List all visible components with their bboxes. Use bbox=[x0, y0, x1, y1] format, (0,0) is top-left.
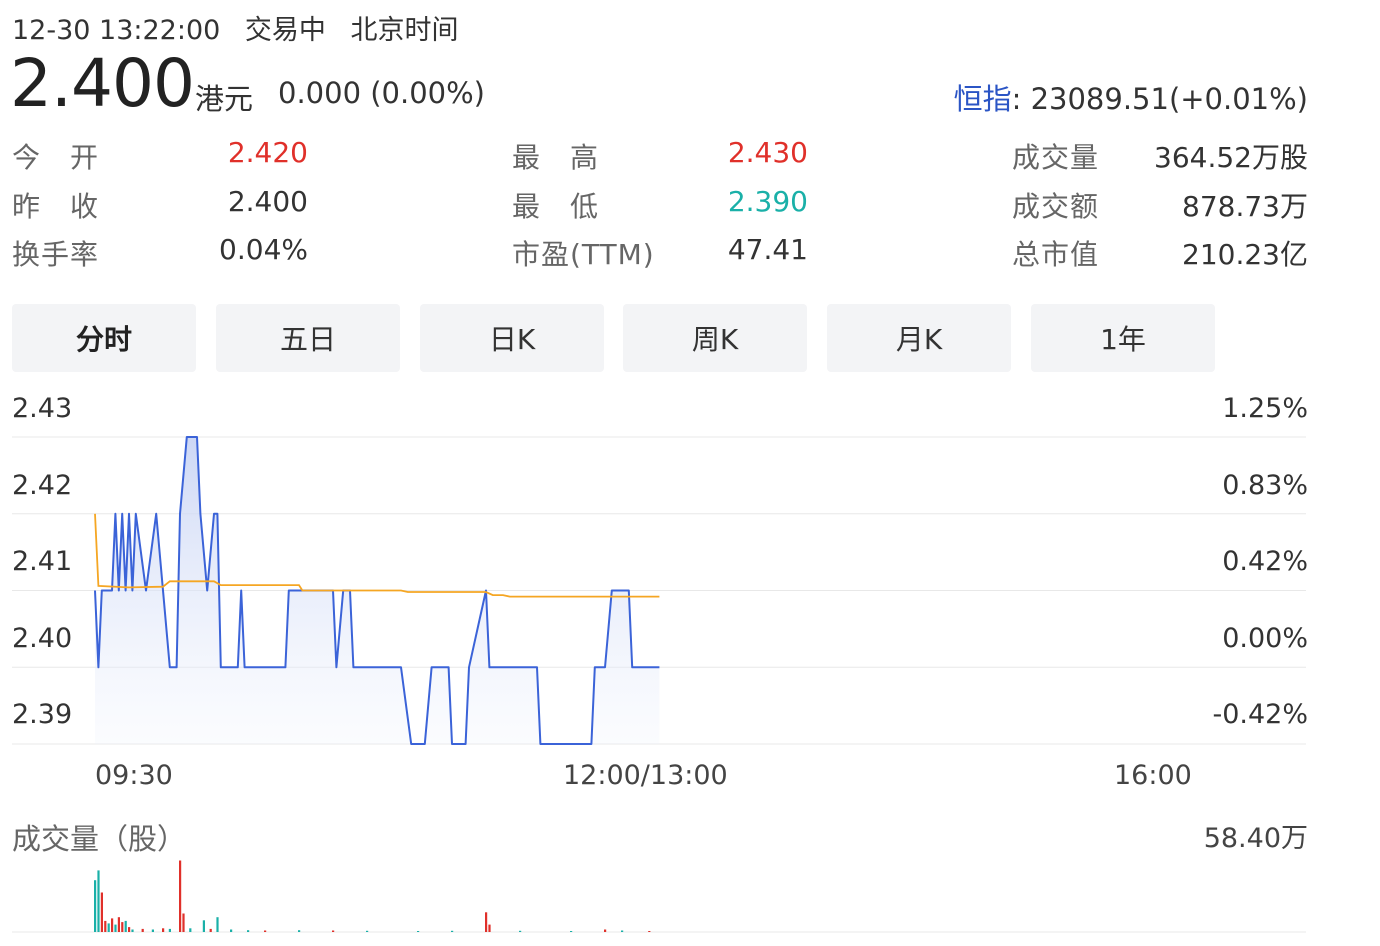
volume-bar bbox=[151, 929, 154, 932]
volume-bar bbox=[366, 930, 369, 932]
volume-bar bbox=[179, 860, 182, 932]
volume-bar bbox=[131, 929, 134, 932]
volume-bar bbox=[209, 928, 212, 932]
volume-bar bbox=[128, 927, 131, 932]
volume-bar bbox=[488, 924, 491, 932]
volume-bar bbox=[111, 918, 114, 932]
volume-bar bbox=[162, 928, 165, 932]
volume-bar bbox=[298, 930, 301, 932]
volume-bar bbox=[417, 931, 420, 932]
volume-bar bbox=[485, 912, 488, 932]
volume-bar bbox=[648, 931, 651, 932]
volume-bar bbox=[94, 880, 97, 932]
volume-bar bbox=[104, 920, 107, 932]
volume-bar bbox=[230, 929, 233, 932]
volume-bar bbox=[451, 930, 454, 932]
volume-bar bbox=[97, 870, 100, 932]
volume-bar bbox=[332, 930, 335, 932]
intraday-chart[interactable] bbox=[0, 0, 1380, 946]
volume-bar bbox=[216, 917, 219, 932]
volume-bar bbox=[182, 913, 185, 932]
volume-bar bbox=[117, 917, 120, 932]
volume-bar bbox=[168, 928, 171, 932]
volume-bar bbox=[114, 924, 117, 932]
volume-bar bbox=[107, 923, 110, 932]
volume-bar bbox=[570, 931, 573, 932]
volume-bar bbox=[621, 930, 624, 932]
volume-bar bbox=[121, 922, 124, 932]
volume-bar bbox=[189, 928, 192, 932]
volume-bar bbox=[100, 892, 103, 932]
volume-bar bbox=[202, 920, 205, 932]
volume-bar bbox=[124, 920, 127, 932]
volume-bar bbox=[141, 928, 144, 932]
volume-bar bbox=[247, 930, 250, 932]
volume-bar bbox=[604, 929, 607, 932]
volume-bar bbox=[519, 930, 522, 932]
volume-bar bbox=[264, 930, 267, 932]
